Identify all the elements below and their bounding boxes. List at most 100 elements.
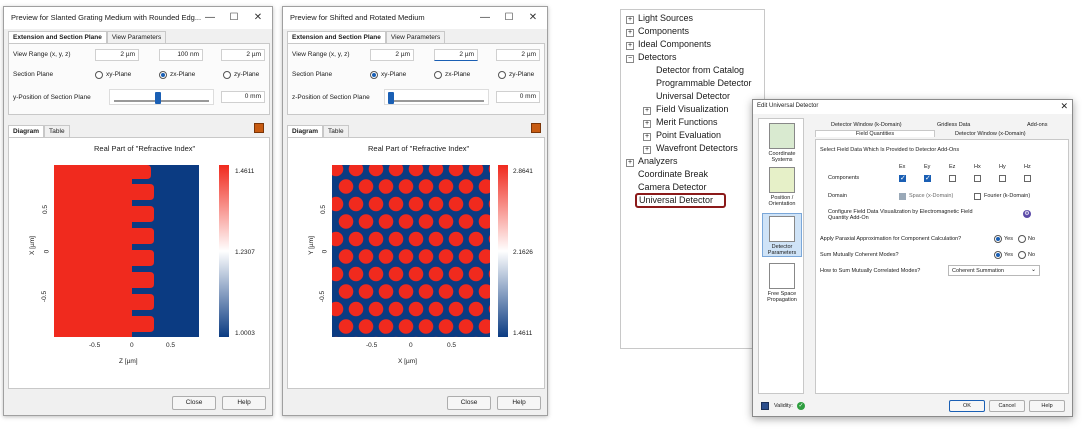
slider-thumb[interactable]: [155, 92, 161, 104]
tree-item-wavefront-detectors[interactable]: Wavefront Detectors: [656, 143, 738, 153]
close-icon[interactable]: ✕: [525, 11, 541, 25]
tree-item-detectors[interactable]: Detectors: [638, 52, 677, 62]
free-space-propagation-button[interactable]: Free Space Propagation: [762, 263, 802, 303]
fourier-domain-checkbox[interactable]: [974, 193, 981, 200]
xy-plane-radio[interactable]: [370, 71, 378, 79]
tree-item-ideal-components[interactable]: Ideal Components: [638, 39, 711, 49]
coherent-no-radio[interactable]: [1018, 251, 1026, 259]
zy-plane-radio[interactable]: [223, 71, 231, 79]
help-button[interactable]: Help: [222, 396, 266, 410]
paraxial-yes-radio[interactable]: [994, 235, 1002, 243]
tree-item-detector-from-catalog[interactable]: Detector from Catalog: [656, 65, 744, 75]
tree-item-universal-detector[interactable]: Universal Detector: [656, 91, 730, 101]
minimize-icon[interactable]: —: [202, 11, 218, 25]
zx-plane-radio[interactable]: [159, 71, 167, 79]
tab-detector-window-x[interactable]: Detector Window (x-Domain): [955, 131, 1026, 137]
pillar: [438, 214, 454, 229]
ok-button[interactable]: OK: [949, 400, 985, 412]
zx-plane-radio[interactable]: [434, 71, 442, 79]
tree-item-light-sources[interactable]: Light Sources: [638, 13, 693, 23]
coherent-yes-radio[interactable]: [994, 251, 1002, 259]
expand-icon[interactable]: +: [643, 107, 651, 115]
expand-icon[interactable]: +: [643, 146, 651, 154]
position-value[interactable]: 0 mm: [221, 91, 265, 103]
tree-item-camera-detector[interactable]: Camera Detector: [638, 182, 707, 192]
tree-item-programmable-detector[interactable]: Programmable Detector: [656, 78, 752, 88]
tab-diagram[interactable]: Diagram: [8, 125, 45, 137]
edit-universal-detector-dialog: Edit Universal Detector ✕ Coordinate Sys…: [752, 99, 1073, 417]
view-range-x[interactable]: 2 µm: [370, 49, 414, 61]
position-value[interactable]: 0 mm: [496, 91, 540, 103]
expand-icon[interactable]: +: [643, 133, 651, 141]
tree-item-coordinate-break[interactable]: Coordinate Break: [638, 169, 708, 179]
tab-view-parameters[interactable]: View Parameters: [385, 31, 446, 43]
hx-checkbox[interactable]: [974, 175, 981, 182]
expand-icon[interactable]: +: [643, 120, 651, 128]
hz-checkbox[interactable]: [1024, 175, 1031, 182]
expand-icon[interactable]: +: [626, 29, 634, 37]
tree-item-point-evaluation[interactable]: Point Evaluation: [656, 130, 721, 140]
maximize-icon[interactable]: ☐: [501, 11, 517, 25]
tree-item-merit-functions[interactable]: Merit Functions: [656, 117, 718, 127]
detector-parameters-button[interactable]: Detector Parameters: [762, 213, 802, 257]
section-plane-label: Section Plane: [13, 71, 54, 78]
hy-checkbox[interactable]: [999, 175, 1006, 182]
coordinate-systems-button[interactable]: Coordinate Systems: [762, 123, 802, 163]
tab-view-parameters[interactable]: View Parameters: [106, 31, 167, 43]
help-button[interactable]: Help: [497, 396, 541, 410]
pillar: [338, 284, 354, 299]
tab-extension[interactable]: Extension and Section Plane: [287, 31, 386, 43]
settings-icon[interactable]: [254, 123, 264, 133]
close-button[interactable]: Close: [172, 396, 216, 410]
collapse-icon[interactable]: −: [626, 55, 634, 63]
help-button[interactable]: Help: [1029, 400, 1065, 412]
tree-item-components[interactable]: Components: [638, 26, 689, 36]
tab-extension[interactable]: Extension and Section Plane: [8, 31, 107, 43]
tree-item-analyzers[interactable]: Analyzers: [638, 156, 678, 166]
close-button[interactable]: Close: [447, 396, 491, 410]
tab-field-quantities[interactable]: Field Quantities: [815, 130, 935, 137]
extension-panel: View Range (x, y, z) 2 µm 2 µm 2 µm Sect…: [287, 43, 545, 115]
zy-plane-radio[interactable]: [498, 71, 506, 79]
minimize-icon[interactable]: —: [477, 11, 493, 25]
settings-icon[interactable]: [531, 123, 541, 133]
view-range-y[interactable]: 100 nm: [159, 49, 203, 61]
correlated-dropdown[interactable]: Coherent Summation ⌄: [948, 265, 1040, 276]
slider-thumb[interactable]: [388, 92, 394, 104]
pillar: [418, 179, 434, 194]
tree-item-field-visualization[interactable]: Field Visualization: [656, 104, 728, 114]
tab-gridless-data[interactable]: Gridless Data: [937, 122, 970, 128]
ez-checkbox[interactable]: [949, 175, 956, 182]
tab-diagram[interactable]: Diagram: [287, 125, 324, 137]
tree-item-universal-detector-selected[interactable]: Universal Detector: [639, 195, 713, 205]
configure-gear-icon[interactable]: ⚙: [1023, 210, 1031, 218]
save-icon[interactable]: [761, 402, 769, 410]
paraxial-no-radio[interactable]: [1018, 235, 1026, 243]
tab-table[interactable]: Table: [323, 125, 349, 137]
ey-checkbox[interactable]: [924, 174, 931, 182]
close-icon[interactable]: ✕: [1060, 101, 1068, 112]
position-slider[interactable]: [109, 89, 214, 105]
pillar: [388, 266, 404, 282]
position-orientation-button[interactable]: Position / Orientation: [762, 167, 802, 207]
tab-table[interactable]: Table: [44, 125, 70, 137]
pillar: [388, 231, 404, 247]
plot-title: Real Part of "Refractive Index": [94, 144, 196, 153]
cancel-button[interactable]: Cancel: [989, 400, 1025, 412]
x-axis-label: Z [µm]: [119, 358, 138, 365]
position-slider[interactable]: [384, 89, 489, 105]
close-icon[interactable]: ✕: [250, 11, 266, 25]
space-domain-checkbox[interactable]: [899, 193, 906, 200]
expand-icon[interactable]: +: [626, 42, 634, 50]
ex-checkbox[interactable]: [899, 174, 906, 182]
view-range-x[interactable]: 2 µm: [95, 49, 139, 61]
xy-plane-radio[interactable]: [95, 71, 103, 79]
view-range-z[interactable]: 2 µm: [221, 49, 265, 61]
tab-detector-window-k[interactable]: Detector Window (k-Domain): [831, 122, 902, 128]
view-range-z[interactable]: 2 µm: [496, 49, 540, 61]
expand-icon[interactable]: +: [626, 16, 634, 24]
maximize-icon[interactable]: ☐: [226, 11, 242, 25]
view-range-y[interactable]: 2 µm: [434, 49, 478, 61]
tab-add-ons[interactable]: Add-ons: [1027, 122, 1048, 128]
expand-icon[interactable]: +: [626, 159, 634, 167]
